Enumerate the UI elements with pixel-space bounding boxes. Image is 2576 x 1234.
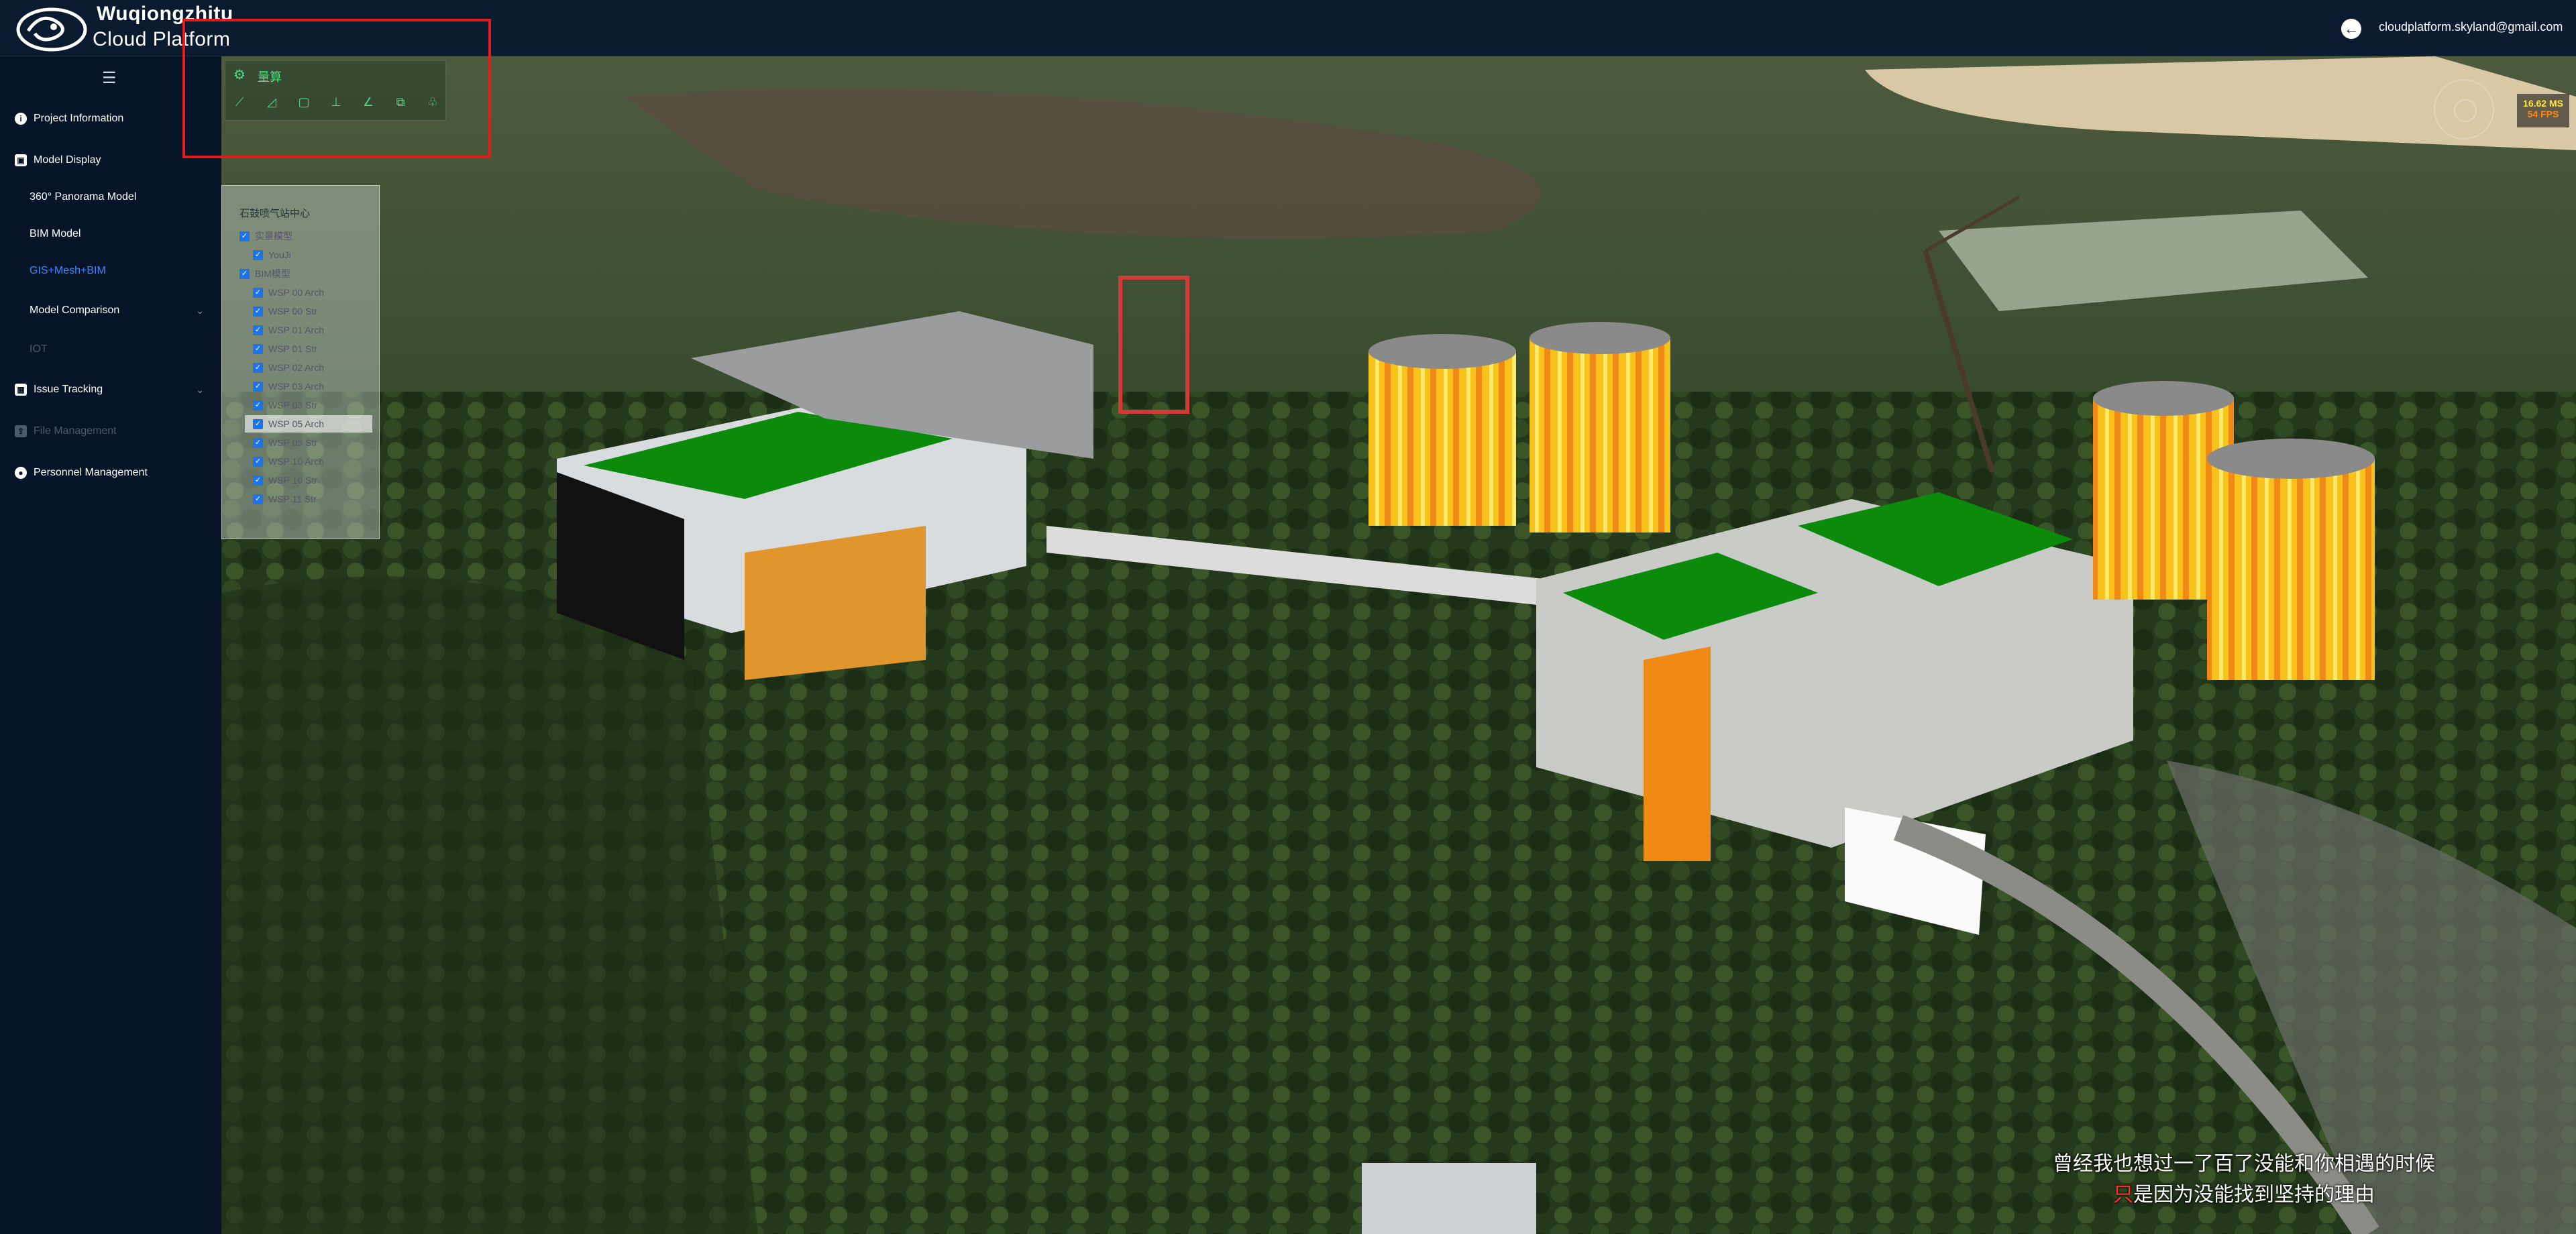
chevron-down-icon: ⌄ xyxy=(196,304,204,316)
info-icon: i xyxy=(15,113,27,125)
tree-node-label: WSP 05 Arch xyxy=(268,418,325,429)
frame-time: 16.62 MS xyxy=(2523,98,2563,109)
checkbox-checked-icon[interactable]: ✓ xyxy=(253,475,263,486)
tree-node[interactable]: ✓ 实景模型 xyxy=(239,227,292,245)
sidebar-item-bim-model[interactable]: BIM Model xyxy=(0,217,221,251)
layer-tree-panel: 石鼓喷气站中心 ✓ 实景模型 ✓ YouJi ✓ BIM模型 ✓ WSP 00 Arch… xyxy=(221,185,380,539)
subtitle-line-1: 曾经我也想过一了百了没能和你相遇的时候 xyxy=(2053,1153,2435,1175)
arrow-left-icon[interactable]: ← xyxy=(2341,19,2361,39)
tree-node-label: WSP 00 Arch xyxy=(268,287,325,298)
map-viewport[interactable] xyxy=(221,56,2576,1234)
tree-node-label: WSP 11 Str xyxy=(268,494,317,504)
tree-node[interactable]: ✓ BIM模型 xyxy=(239,265,290,282)
tree-node-label: WSP 01 Str xyxy=(268,343,317,354)
checkbox-checked-icon[interactable]: ✓ xyxy=(253,456,263,467)
tree-node-label: YouJi xyxy=(268,249,291,260)
tree-node[interactable]: ✓ WSP 03 Arch xyxy=(253,378,324,395)
3d-scene-render[interactable] xyxy=(221,56,2576,1234)
tree-node[interactable]: ✓ WSP 05 Str xyxy=(253,434,317,451)
tree-node[interactable]: ✓ WSP 10 Str xyxy=(253,471,317,489)
sidebar-item-iot: IOT xyxy=(0,333,221,366)
performance-counter: 16.62 MS 54 FPS xyxy=(2517,94,2569,127)
subtitle-line-2: 只是因为没能找到坚持的理由 xyxy=(2113,1178,2375,1207)
tree-node-label: 实景模型 xyxy=(255,231,292,241)
checkbox-checked-icon[interactable]: ✓ xyxy=(253,362,263,373)
tree-node-label: WSP 03 Str xyxy=(268,400,317,410)
checkbox-checked-icon[interactable]: ✓ xyxy=(239,231,250,241)
checkbox-checked-icon[interactable]: ✓ xyxy=(253,437,263,448)
sidebar-item-issue-tracking[interactable]: ▦ Issue Tracking ⌄ xyxy=(0,373,221,406)
tree-node[interactable]: ✓ WSP 00 Str xyxy=(253,302,317,320)
sidebar-item-panorama-model[interactable]: 360° Panorama Model xyxy=(0,180,221,214)
sidebar-item-file-management: ⇪ File Management xyxy=(0,414,221,448)
tree-node[interactable]: ✓ YouJi xyxy=(253,246,291,264)
display-icon: ▣ xyxy=(15,154,27,166)
sidebar-item-label: GIS+Mesh+BIM xyxy=(30,265,106,276)
menu-toggle-icon[interactable]: ☰ xyxy=(102,68,117,88)
checkbox-checked-icon[interactable]: ✓ xyxy=(239,268,250,279)
tree-node[interactable]: ✓ WSP 03 Str xyxy=(253,396,317,414)
sidebar-item-label: 360° Panorama Model xyxy=(30,191,137,203)
user-email[interactable]: cloudplatform.skyland@gmail.com xyxy=(2379,20,2563,34)
tree-node-label: WSP 01 Arch xyxy=(268,325,325,335)
tree-node[interactable]: ✓ WSP 01 Str xyxy=(253,340,317,357)
tree-node-label: WSP 03 Arch xyxy=(268,381,325,392)
checkbox-checked-icon[interactable]: ✓ xyxy=(253,418,263,429)
sidebar-item-label: Issue Tracking xyxy=(34,384,103,395)
tree-root-label: 石鼓喷气站中心 xyxy=(239,208,311,219)
checkbox-checked-icon[interactable]: ✓ xyxy=(253,287,263,298)
tree-node-label: WSP 00 Str xyxy=(268,306,317,317)
checkbox-checked-icon[interactable]: ✓ xyxy=(253,381,263,392)
sidebar-item-personnel-management[interactable]: ● Personnel Management xyxy=(0,456,221,490)
user-icon: ● xyxy=(15,467,27,479)
sidebar-item-model-comparison[interactable]: Model Comparison ⌄ xyxy=(0,294,221,327)
tree-node[interactable]: ✓ WSP 11 Str xyxy=(253,490,317,508)
tree-node[interactable]: ✓ WSP 10 Arch xyxy=(253,453,324,470)
checkbox-checked-icon[interactable]: ✓ xyxy=(253,325,263,335)
sidebar: ☰ i Project Information ▣ Model Display … xyxy=(0,56,221,1234)
checkbox-checked-icon[interactable]: ✓ xyxy=(253,306,263,317)
chevron-down-icon: ⌄ xyxy=(196,384,204,395)
tree-node-label: WSP 10 Str xyxy=(268,475,317,486)
logo-icon xyxy=(16,7,87,52)
checkbox-checked-icon[interactable]: ✓ xyxy=(253,343,263,354)
tree-node-label: WSP 10 Arch xyxy=(268,456,325,467)
sidebar-item-label: IOT xyxy=(30,343,48,355)
sidebar-item-label: Project Information xyxy=(34,113,124,124)
upload-icon: ⇪ xyxy=(15,425,27,437)
subtitle-rest: 是因为没能找到坚持的理由 xyxy=(2133,1184,2375,1206)
tree-node-label: BIM模型 xyxy=(255,268,290,279)
subtitle-highlight: 只 xyxy=(2113,1184,2133,1206)
compass-icon[interactable] xyxy=(2434,79,2494,139)
checkbox-checked-icon[interactable]: ✓ xyxy=(253,249,263,260)
tree-node-selected[interactable]: ✓ WSP 05 Arch xyxy=(245,415,372,433)
grid-icon: ▦ xyxy=(15,384,27,396)
checkbox-checked-icon[interactable]: ✓ xyxy=(253,494,263,504)
tree-node[interactable]: ✓ WSP 00 Arch xyxy=(253,284,324,301)
checkbox-checked-icon[interactable]: ✓ xyxy=(253,400,263,410)
fps-value: 54 FPS xyxy=(2527,109,2559,119)
sidebar-item-gis-mesh-bim[interactable]: GIS+Mesh+BIM xyxy=(0,254,221,288)
sidebar-item-label: File Management xyxy=(34,425,117,437)
tree-node[interactable]: ✓ WSP 02 Arch xyxy=(253,359,324,376)
sidebar-item-label: Model Comparison xyxy=(30,304,120,316)
sidebar-item-label: Model Display xyxy=(34,154,101,166)
annotation-highlight-box xyxy=(182,19,491,158)
tree-node[interactable]: ✓ WSP 01 Arch xyxy=(253,321,324,339)
sidebar-item-label: BIM Model xyxy=(30,228,81,239)
tree-node-label: WSP 05 Str xyxy=(268,437,317,448)
sidebar-item-label: Personnel Management xyxy=(34,467,148,478)
tree-node-label: WSP 02 Arch xyxy=(268,362,325,373)
